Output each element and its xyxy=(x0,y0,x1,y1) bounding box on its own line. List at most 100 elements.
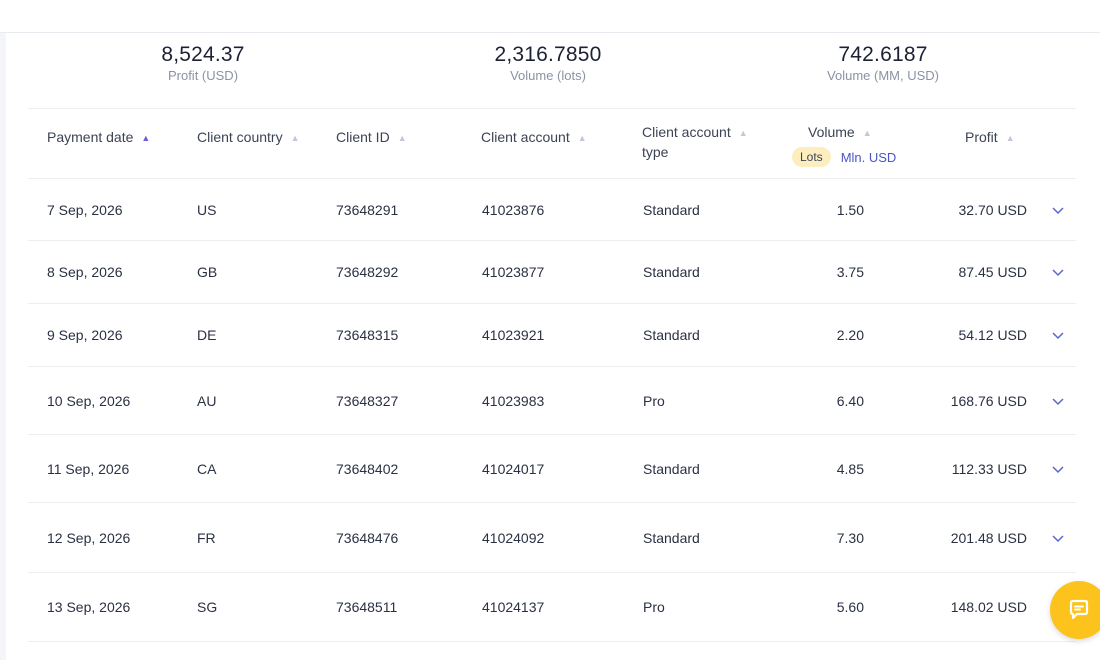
cell-account-type: Pro xyxy=(643,392,665,409)
volume-mm-label: Volume (MM, USD) xyxy=(827,68,939,83)
cell-client-account: 41023921 xyxy=(482,327,545,343)
volume-unit-toggle: Lots Mln. USD xyxy=(792,146,896,168)
cell-client-id: 73648511 xyxy=(336,599,398,615)
cell-payment-date: 9 Sep, 2026 xyxy=(47,327,123,343)
col-client-account-type[interactable]: Client account ▲ type xyxy=(642,123,748,162)
cell-volume: 2.20 xyxy=(836,327,864,343)
cell-client-id: 73648327 xyxy=(336,392,399,409)
cell-profit: 32.70 USD xyxy=(958,201,1027,218)
volume-lots-label: Volume (lots) xyxy=(510,68,586,83)
sort-ascending-icon[interactable]: ▲ xyxy=(398,129,407,148)
cell-client-country: FR xyxy=(197,529,216,546)
chevron-down-icon[interactable] xyxy=(1050,327,1066,343)
unit-lots-chip[interactable]: Lots xyxy=(792,147,831,167)
cell-payment-date: 11 Sep, 2026 xyxy=(47,460,130,477)
col-client-id[interactable]: Client ID ▲ xyxy=(336,128,407,148)
cell-client-account: 41024092 xyxy=(482,529,545,546)
cell-client-id: 73648292 xyxy=(336,264,399,280)
cell-account-type: Standard xyxy=(643,201,700,218)
sort-ascending-icon[interactable]: ▲ xyxy=(863,124,872,143)
cell-payment-date: 8 Sep, 2026 xyxy=(47,264,123,280)
col-payment-date[interactable]: Payment date ▲ xyxy=(47,128,150,148)
col-volume[interactable]: Volume ▲ xyxy=(808,123,872,143)
cell-profit: 54.12 USD xyxy=(958,327,1027,343)
col-profit-label: Profit xyxy=(965,129,998,145)
cell-payment-date: 13 Sep, 2026 xyxy=(47,599,131,615)
col-profit[interactable]: Profit ▲ xyxy=(965,128,1015,148)
cell-client-id: 73648291 xyxy=(336,201,399,218)
sort-ascending-icon[interactable]: ▲ xyxy=(739,124,748,143)
cell-payment-date: 7 Sep, 2026 xyxy=(47,201,123,218)
col-volume-label: Volume xyxy=(808,124,855,140)
cell-profit: 87.45 USD xyxy=(958,264,1027,280)
unit-mln-usd-link[interactable]: Mln. USD xyxy=(841,150,897,165)
cell-account-type: Standard xyxy=(643,529,700,546)
chat-button[interactable] xyxy=(1050,581,1100,639)
cell-account-type: Standard xyxy=(643,264,700,280)
cell-volume: 4.85 xyxy=(836,460,864,477)
cell-client-account: 41024137 xyxy=(482,599,545,615)
cell-profit: 112.33 USD xyxy=(951,460,1027,477)
cell-client-country: CA xyxy=(197,460,217,477)
table-row[interactable]: 12 Sep, 2026 FR 73648476 41024092 Standa… xyxy=(28,503,1076,573)
cell-client-country: DE xyxy=(197,327,217,343)
cell-client-account: 41023983 xyxy=(482,392,545,409)
cell-account-type: Pro xyxy=(643,599,665,615)
cell-account-type: Standard xyxy=(643,327,700,343)
cell-profit: 168.76 USD xyxy=(950,392,1027,409)
col-payment-date-label: Payment date xyxy=(47,129,134,145)
cell-volume: 1.50 xyxy=(836,201,864,218)
table-header: Payment date ▲ Client country ▲ Client ID ▲… xyxy=(28,110,1076,178)
col-client-id-label: Client ID xyxy=(336,129,390,145)
table-row[interactable]: 13 Sep, 2026 SG 73648511 41024137 Pro 5.… xyxy=(28,573,1076,642)
col-client-account-type-label-1: Client account xyxy=(642,124,731,140)
cell-client-account: 41023876 xyxy=(482,201,545,218)
cell-client-account: 41023877 xyxy=(482,264,545,280)
cell-volume: 5.60 xyxy=(836,599,864,615)
summary-divider xyxy=(28,108,1076,109)
profit-stat: 8,524.37 Profit (USD) xyxy=(83,42,323,84)
table-row[interactable]: 8 Sep, 2026 GB 73648292 41023877 Standar… xyxy=(28,241,1076,304)
cell-payment-date: 10 Sep, 2026 xyxy=(47,392,131,409)
cell-client-country: US xyxy=(197,201,217,218)
volume-mm-value: 742.6187 xyxy=(838,43,928,66)
left-edge xyxy=(0,33,6,660)
profit-label: Profit (USD) xyxy=(167,68,239,83)
profit-value: 8,524.37 xyxy=(161,43,245,66)
cell-volume: 6.40 xyxy=(836,392,864,409)
chevron-down-icon[interactable] xyxy=(1050,530,1066,546)
cell-profit: 148.02 USD xyxy=(950,599,1027,615)
cell-payment-date: 12 Sep, 2026 xyxy=(47,529,131,546)
summary-stats: 8,524.37 Profit (USD) 2,316.7850 Volume … xyxy=(28,42,1076,108)
chevron-down-icon[interactable] xyxy=(1050,461,1066,477)
col-client-account[interactable]: Client account ▲ xyxy=(481,128,587,148)
cell-client-country: SG xyxy=(197,599,218,615)
cell-account-type: Standard xyxy=(643,460,700,477)
table-row[interactable]: 10 Sep, 2026 AU 73648327 41023983 Pro 6.… xyxy=(28,367,1076,435)
chevron-down-icon[interactable] xyxy=(1050,202,1066,218)
chat-icon xyxy=(1069,599,1089,620)
cell-volume: 7.30 xyxy=(836,529,864,546)
cell-volume: 3.75 xyxy=(836,264,864,280)
col-client-country[interactable]: Client country ▲ xyxy=(197,128,300,148)
table-row[interactable]: 7 Sep, 2026 US 73648291 41023876 Standar… xyxy=(28,179,1076,241)
col-client-account-type-label-2: type xyxy=(642,144,669,160)
col-client-account-label: Client account xyxy=(481,129,570,145)
sort-ascending-icon[interactable]: ▲ xyxy=(1006,129,1015,148)
cell-client-id: 73648315 xyxy=(336,327,399,343)
sort-ascending-icon[interactable]: ▲ xyxy=(578,129,587,148)
cell-client-country: GB xyxy=(197,264,218,280)
cell-client-id: 73648402 xyxy=(336,460,399,477)
table-row[interactable]: 11 Sep, 2026 CA 73648402 41024017 Standa… xyxy=(28,435,1076,503)
table-row[interactable]: 9 Sep, 2026 DE 73648315 41023921 Standar… xyxy=(28,304,1076,367)
chevron-down-icon[interactable] xyxy=(1050,393,1066,409)
volume-mm-stat: 742.6187 Volume (MM, USD) xyxy=(763,42,1003,84)
cell-client-id: 73648476 xyxy=(336,529,399,546)
sort-ascending-icon[interactable]: ▲ xyxy=(291,129,300,148)
cell-client-country: AU xyxy=(197,392,217,409)
cell-profit: 201.48 USD xyxy=(950,529,1027,546)
chevron-down-icon[interactable] xyxy=(1050,264,1066,280)
col-client-country-label: Client country xyxy=(197,129,283,145)
cell-client-account: 41024017 xyxy=(482,460,545,477)
sort-ascending-icon[interactable]: ▲ xyxy=(141,129,150,148)
